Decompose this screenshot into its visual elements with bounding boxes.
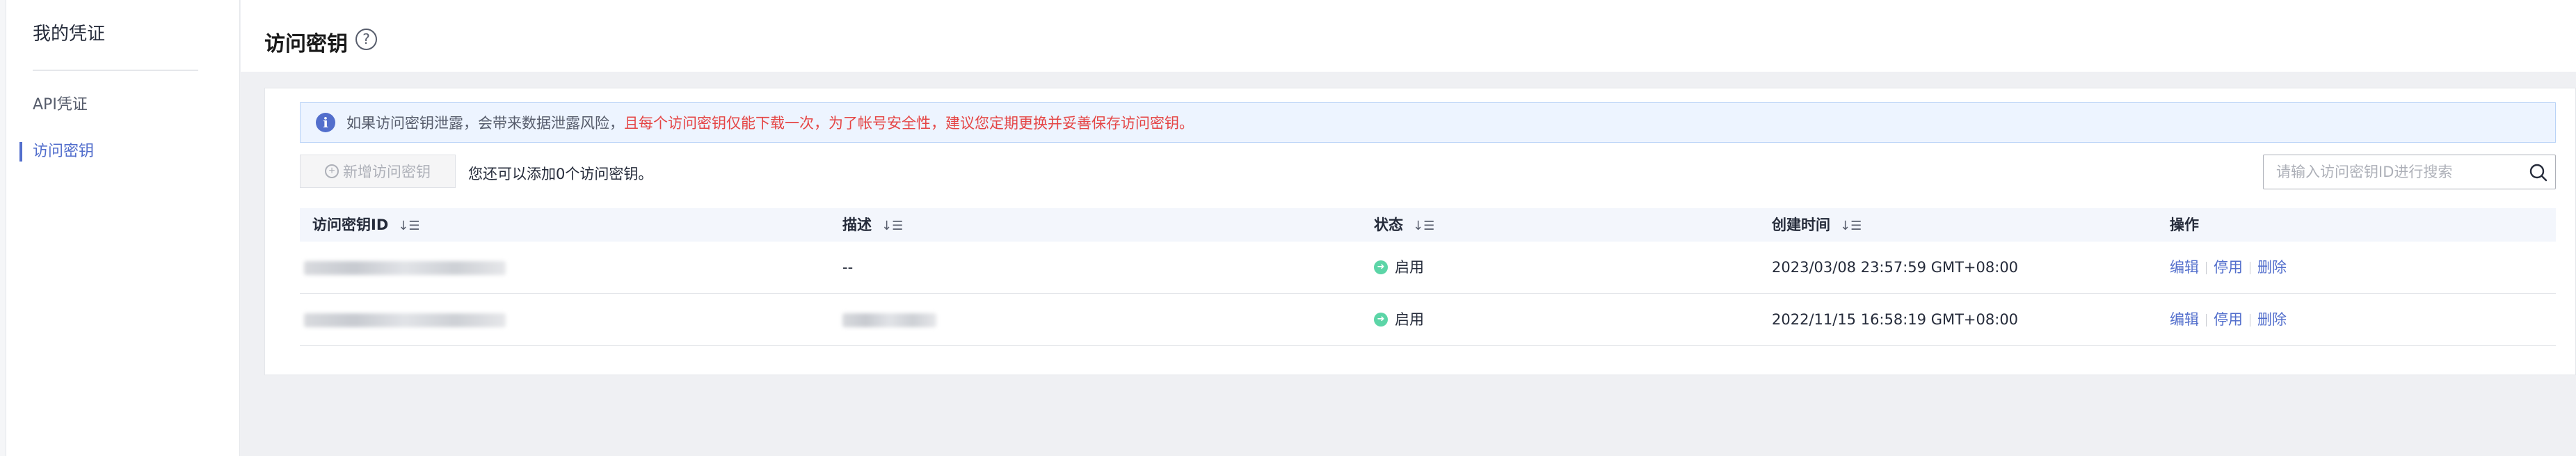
sidebar-item-api-credentials[interactable]: API凭证 [6,90,240,120]
sort-icon[interactable]: ↓☰ [1840,210,1862,243]
sidebar-title: 我的凭证 [33,24,106,45]
column-label: 创建时间 [1772,217,1830,233]
action-divider [2206,314,2207,327]
cell-status: ➜ 启用 [1374,294,1424,346]
left-edge [0,0,6,456]
cell-actions: 编辑 停用 删除 [2170,294,2287,346]
edit-link[interactable]: 编辑 [2170,311,2199,328]
status-enabled-icon: ➜ [1374,260,1388,274]
status-label: 启用 [1395,311,1424,328]
column-label: 状态 [1374,217,1403,233]
disable-link[interactable]: 停用 [2214,259,2243,276]
edit-link[interactable]: 编辑 [2170,259,2199,276]
search-input[interactable] [2264,155,2521,189]
sort-icon[interactable]: ↓☰ [881,210,903,243]
column-header-status: 状态 ↓☰ [1374,208,1434,242]
delete-link[interactable]: 删除 [2257,259,2287,276]
info-icon: i [316,113,335,132]
redacted-description [842,313,936,327]
toolbar: + 新增访问密钥 您还可以添加0个访问密钥。 [300,155,2556,189]
security-alert: i 如果访问密钥泄露，会带来数据泄露风险， 且每个访问密钥仅能下载一次，为了帐号… [300,102,2556,143]
search-box [2263,155,2556,189]
status-label: 启用 [1395,259,1424,276]
cell-description: -- [842,259,854,276]
column-header-created: 创建时间 ↓☰ [1772,208,1862,242]
column-label: 描述 [842,217,872,233]
column-header-description: 描述 ↓☰ [842,208,903,242]
redacted-key-id [304,313,506,327]
app-root: 我的凭证 API凭证 访问密钥 访问密钥 ? i 如果访问密钥泄露，会带来数据泄… [0,0,2576,456]
alert-warning-text: 且每个访问密钥仅能下载一次，为了帐号安全性，建议您定期更换并妥善保存访问密钥。 [624,115,1194,132]
alert-text: 如果访问密钥泄露，会带来数据泄露风险， [346,115,624,132]
sidebar: 我的凭证 API凭证 访问密钥 [6,0,240,456]
access-keys-card: i 如果访问密钥泄露，会带来数据泄露风险， 且每个访问密钥仅能下载一次，为了帐号… [264,88,2576,375]
cell-created: 2022/11/15 16:58:19 GMT+08:00 [1772,311,2019,328]
delete-link[interactable]: 删除 [2257,311,2287,328]
table-header: 访问密钥ID ↓☰ 描述 ↓☰ 状态 ↓☰ 创建时间 ↓☰ 操作 [300,208,2556,242]
sort-icon[interactable]: ↓☰ [398,210,419,243]
cell-actions: 编辑 停用 删除 [2170,242,2287,294]
sidebar-divider [33,70,198,71]
plus-circle-icon: + [325,164,339,178]
cell-created: 2023/03/08 23:57:59 GMT+08:00 [1772,259,2019,276]
column-header-actions: 操作 [2170,217,2199,233]
main-content: 访问密钥 ? i 如果访问密钥泄露，会带来数据泄露风险， 且每个访问密钥仅能下载… [241,0,2576,456]
page-title: 访问密钥 [264,32,348,56]
redacted-key-id [304,261,506,275]
cell-status: ➜ 启用 [1374,242,1424,294]
sort-icon[interactable]: ↓☰ [1413,210,1434,243]
add-access-key-label: 新增访问密钥 [343,164,431,180]
question-circle-icon[interactable]: ? [355,29,377,50]
table-row: ➜ 启用 2022/11/15 16:58:19 GMT+08:00 编辑 停用 删除 [300,294,2556,346]
sidebar-item-access-keys[interactable]: 访问密钥 [6,136,240,167]
status-enabled-icon: ➜ [1374,312,1388,327]
column-label: 访问密钥ID [312,217,389,233]
add-access-key-button[interactable]: + 新增访问密钥 [300,155,456,188]
column-header-key-id: 访问密钥ID ↓☰ [312,208,419,242]
disable-link[interactable]: 停用 [2214,311,2243,328]
access-keys-table: 访问密钥ID ↓☰ 描述 ↓☰ 状态 ↓☰ 创建时间 ↓☰ 操作 -- ➜ 启用… [300,208,2556,346]
search-icon[interactable] [2529,163,2548,182]
action-divider [2206,262,2207,274]
table-row: -- ➜ 启用 2023/03/08 23:57:59 GMT+08:00 编辑停… [300,242,2556,294]
page-header: 访问密钥 ? [241,0,2576,72]
quota-text: 您还可以添加0个访问密钥。 [468,166,653,182]
